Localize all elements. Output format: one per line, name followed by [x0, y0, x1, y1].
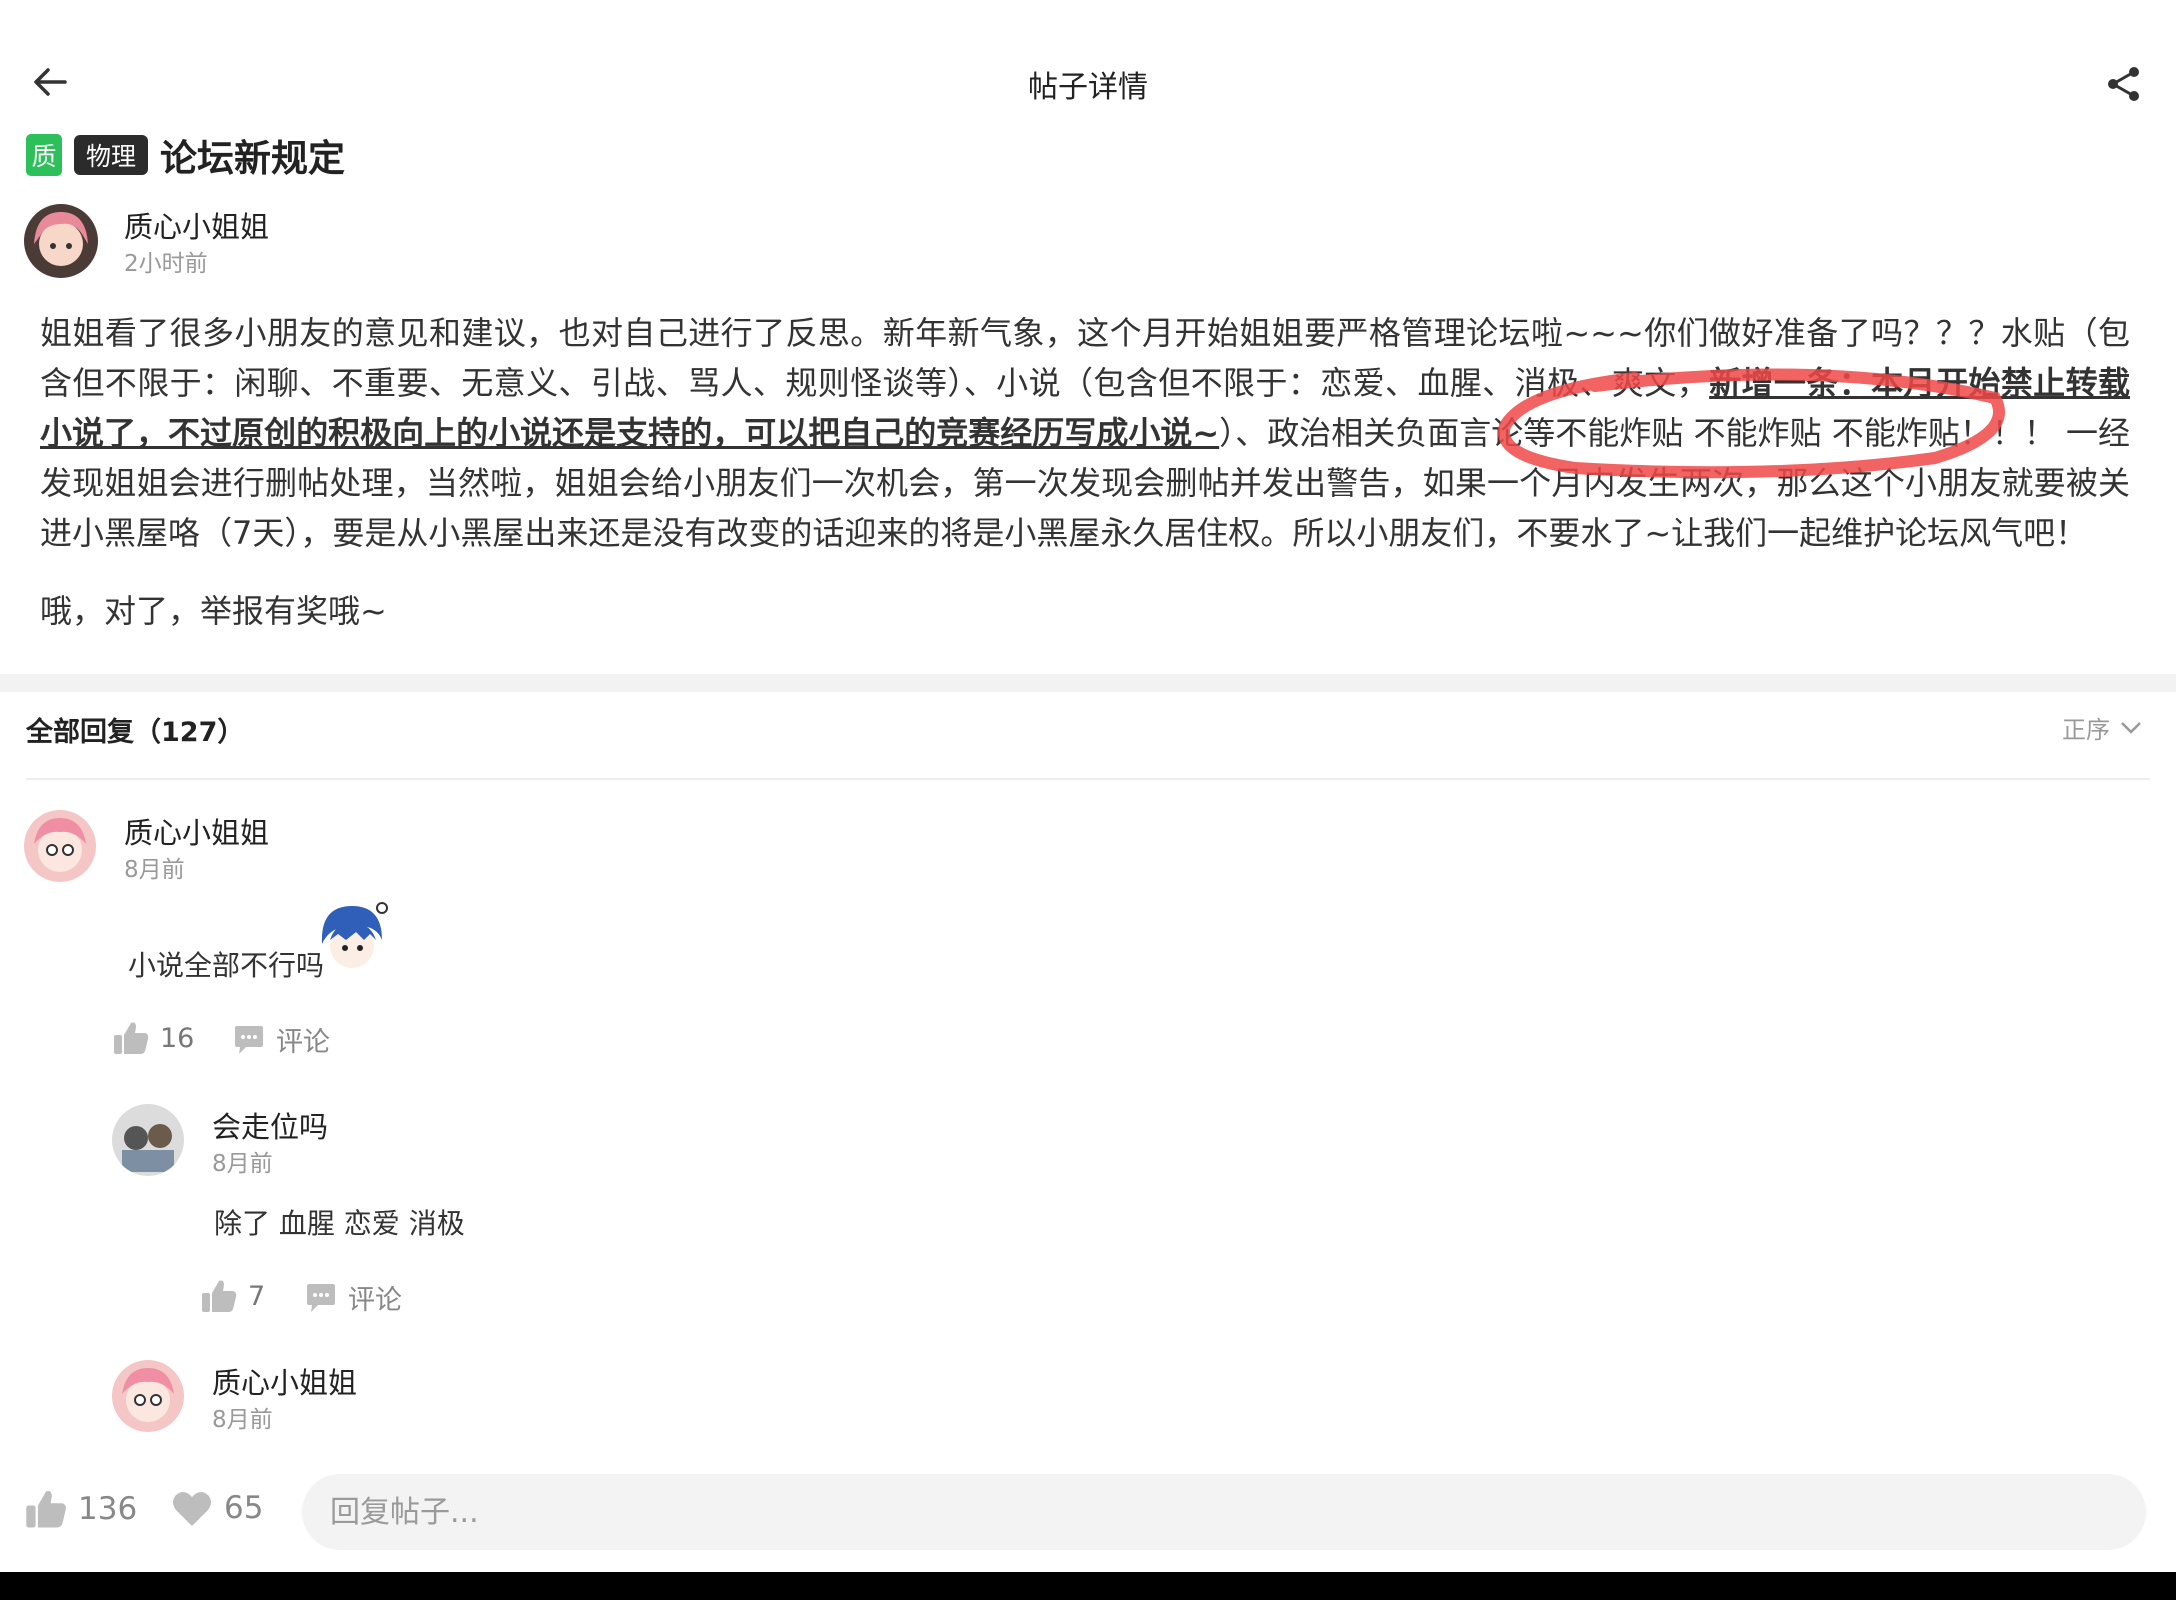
- avatar-image: [112, 1360, 184, 1432]
- sort-button[interactable]: 正序: [2062, 710, 2142, 745]
- comment-label: 评论: [348, 1285, 402, 1316]
- heart-icon: [173, 1491, 211, 1526]
- page-title: 帖子详情: [1028, 70, 1148, 105]
- post-title-row: 质 物理 论坛新规定: [26, 130, 345, 180]
- reply-time: 8月前: [212, 1151, 273, 1177]
- comment-icon: [235, 1025, 263, 1054]
- author-name[interactable]: 质心小姐姐: [124, 204, 269, 246]
- reply-avatar[interactable]: [112, 1360, 184, 1432]
- avatar-image: [24, 810, 96, 882]
- post-like-button[interactable]: 136: [24, 1488, 137, 1530]
- reply-avatar[interactable]: [112, 1104, 184, 1176]
- like-button[interactable]: 16: [112, 1020, 194, 1056]
- comment-button[interactable]: 评论: [304, 1278, 402, 1317]
- reply-time: 8月前: [212, 1407, 273, 1433]
- post-like-count: 136: [78, 1491, 138, 1527]
- avatar-image: [112, 1104, 184, 1176]
- reply-time: 8月前: [124, 857, 185, 883]
- system-nav-bar: [0, 1572, 2176, 1600]
- comment-label: 评论: [276, 1027, 330, 1058]
- like-count: 7: [248, 1280, 266, 1312]
- chevron-down-icon: [2121, 721, 2141, 734]
- share-icon: [2108, 67, 2139, 101]
- reply-author-name[interactable]: 会走位吗: [212, 1104, 328, 1146]
- top-bar: 帖子详情: [0, 0, 2176, 130]
- thumbs-up-icon: [202, 1280, 237, 1312]
- like-count: 16: [160, 1022, 195, 1054]
- post-body-tail: 哦，对了，举报有奖哦~: [40, 592, 387, 630]
- reply-text: 除了 血腥 恋爱 消极: [214, 1207, 465, 1240]
- quality-badge: 质: [26, 134, 62, 176]
- reply-input[interactable]: [302, 1474, 2146, 1550]
- reply-author-name[interactable]: 质心小姐姐: [212, 1360, 357, 1402]
- reply-text: 小说全部不行吗: [128, 949, 325, 982]
- like-button[interactable]: 7: [200, 1278, 265, 1314]
- author-avatar[interactable]: [24, 204, 98, 278]
- favorite-count: 65: [224, 1490, 264, 1526]
- avatar-image: [24, 204, 98, 278]
- post-title: 论坛新规定: [160, 137, 346, 180]
- sort-label: 正序: [2062, 716, 2110, 744]
- favorite-button[interactable]: 65: [170, 1488, 263, 1528]
- subject-badge: 物理: [74, 135, 149, 175]
- share-button[interactable]: [2096, 56, 2152, 112]
- section-divider: [0, 674, 2176, 692]
- comment-button[interactable]: 评论: [232, 1020, 330, 1059]
- thumbs-up-icon: [26, 1491, 66, 1528]
- comment-icon: [307, 1283, 335, 1312]
- post-time: 2小时前: [124, 251, 208, 277]
- thumbs-up-icon: [114, 1022, 149, 1054]
- divider-line: [26, 778, 2150, 780]
- post-body: 姐姐看了很多小朋友的意见和建议，也对自己进行了反思。新年新气象，这个月开始姐姐要…: [40, 308, 2130, 558]
- sticker-image: [321, 902, 388, 968]
- replies-header: 全部回复（127）: [26, 717, 245, 748]
- reply-avatar[interactable]: [24, 810, 96, 882]
- reply-author-name[interactable]: 质心小姐姐: [124, 810, 269, 852]
